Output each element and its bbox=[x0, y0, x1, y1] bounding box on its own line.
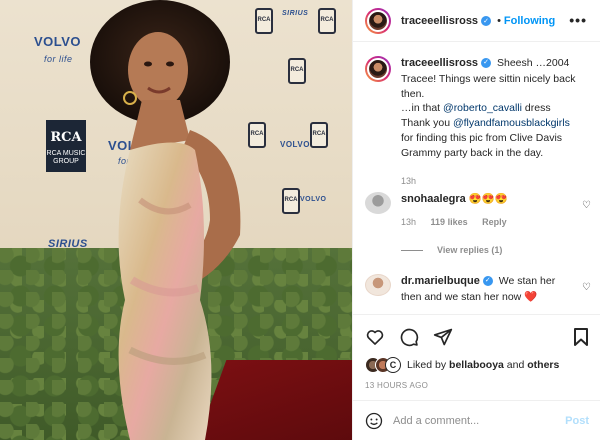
replies-divider bbox=[401, 249, 423, 251]
caption-comment: traceeellisross ✓ Sheesh …2004 Tracee! Th… bbox=[365, 56, 589, 188]
commenter-avatar[interactable] bbox=[365, 274, 391, 296]
separator-dot: • bbox=[497, 14, 501, 27]
comment-item: dr.marielbuque ✓ We stan her then and we … bbox=[365, 274, 591, 305]
caption-username[interactable]: traceeellisross bbox=[401, 57, 478, 69]
sponsor-for-life: for life bbox=[44, 54, 73, 64]
post-photo[interactable]: VOLVO for life VOLVO for life SIRIUS VOL… bbox=[0, 0, 352, 440]
like-heart-icon[interactable] bbox=[365, 327, 385, 347]
caption-text: Thank you bbox=[401, 117, 453, 130]
emoji-smiley-icon[interactable] bbox=[365, 412, 383, 430]
comment-bubble-icon[interactable] bbox=[399, 327, 419, 347]
comment-input[interactable] bbox=[393, 414, 566, 427]
comment-like-heart-icon[interactable]: ♡ bbox=[582, 282, 591, 293]
liked-by-others[interactable]: others bbox=[527, 359, 559, 371]
rca-logo-small: RCA bbox=[310, 122, 328, 148]
author-avatar[interactable] bbox=[365, 7, 391, 34]
commenter-username[interactable]: dr.marielbuque bbox=[401, 275, 480, 287]
comment-item: snohaalegra 😍😍😍 13h 119 likes Reply ♡ bbox=[365, 192, 591, 228]
verified-badge-icon: ✓ bbox=[481, 58, 492, 69]
caption-text: for finding this pic from Clive Davis Gr… bbox=[401, 132, 563, 160]
commenter-username[interactable]: snohaalegra bbox=[401, 193, 466, 205]
author-username[interactable]: traceeellisross bbox=[401, 15, 478, 27]
mention-link[interactable]: @roberto_cavalli bbox=[443, 102, 522, 114]
commenter-avatar[interactable] bbox=[365, 192, 391, 214]
caption-text: …in that bbox=[401, 102, 444, 115]
liker-avatars[interactable]: C bbox=[365, 357, 401, 373]
following-button[interactable]: Following bbox=[504, 15, 555, 27]
post-actions: C Liked by bellabooya and others 13 HOUR… bbox=[353, 314, 600, 408]
liked-by-user[interactable]: bellabooya bbox=[449, 359, 504, 371]
post-timestamp[interactable]: 13 HOURS AGO bbox=[365, 381, 428, 390]
verified-badge-icon: ✓ bbox=[482, 276, 493, 287]
comment-likes[interactable]: 119 likes bbox=[431, 217, 468, 227]
post-comment-button[interactable]: Post bbox=[565, 415, 589, 427]
rca-logo-small: RCA bbox=[318, 8, 336, 34]
share-paper-plane-icon[interactable] bbox=[433, 327, 453, 347]
post-header: traceeellisross ✓ • Following ••• bbox=[353, 0, 600, 42]
comments-list[interactable]: traceeellisross ✓ Sheesh …2004 Tracee! Th… bbox=[353, 42, 600, 314]
caption-time[interactable]: 13h bbox=[401, 176, 416, 186]
reply-button[interactable]: Reply bbox=[482, 217, 507, 227]
caption-text: dress bbox=[521, 102, 551, 115]
verified-badge-icon: ✓ bbox=[481, 15, 492, 26]
liked-by-row: C Liked by bellabooya and others bbox=[365, 357, 559, 373]
caption-avatar[interactable] bbox=[365, 56, 391, 82]
mention-link[interactable]: @flyandfamousblackgirls bbox=[453, 117, 570, 129]
comment-text: 😍😍😍 bbox=[465, 193, 508, 205]
more-horizontal-icon[interactable]: ••• bbox=[569, 12, 587, 28]
woman-in-dress-figure bbox=[90, 0, 241, 440]
comment-like-heart-icon[interactable]: ♡ bbox=[582, 200, 591, 211]
comment-time[interactable]: 13h bbox=[401, 217, 416, 227]
save-bookmark-icon[interactable] bbox=[573, 327, 589, 347]
add-comment-bar: Post bbox=[353, 400, 600, 440]
liked-by-text: Liked by bellabooya and others bbox=[407, 359, 560, 371]
post-side-panel: traceeellisross ✓ • Following ••• tracee… bbox=[352, 0, 600, 440]
view-replies-button[interactable]: View replies (1) bbox=[401, 245, 502, 255]
